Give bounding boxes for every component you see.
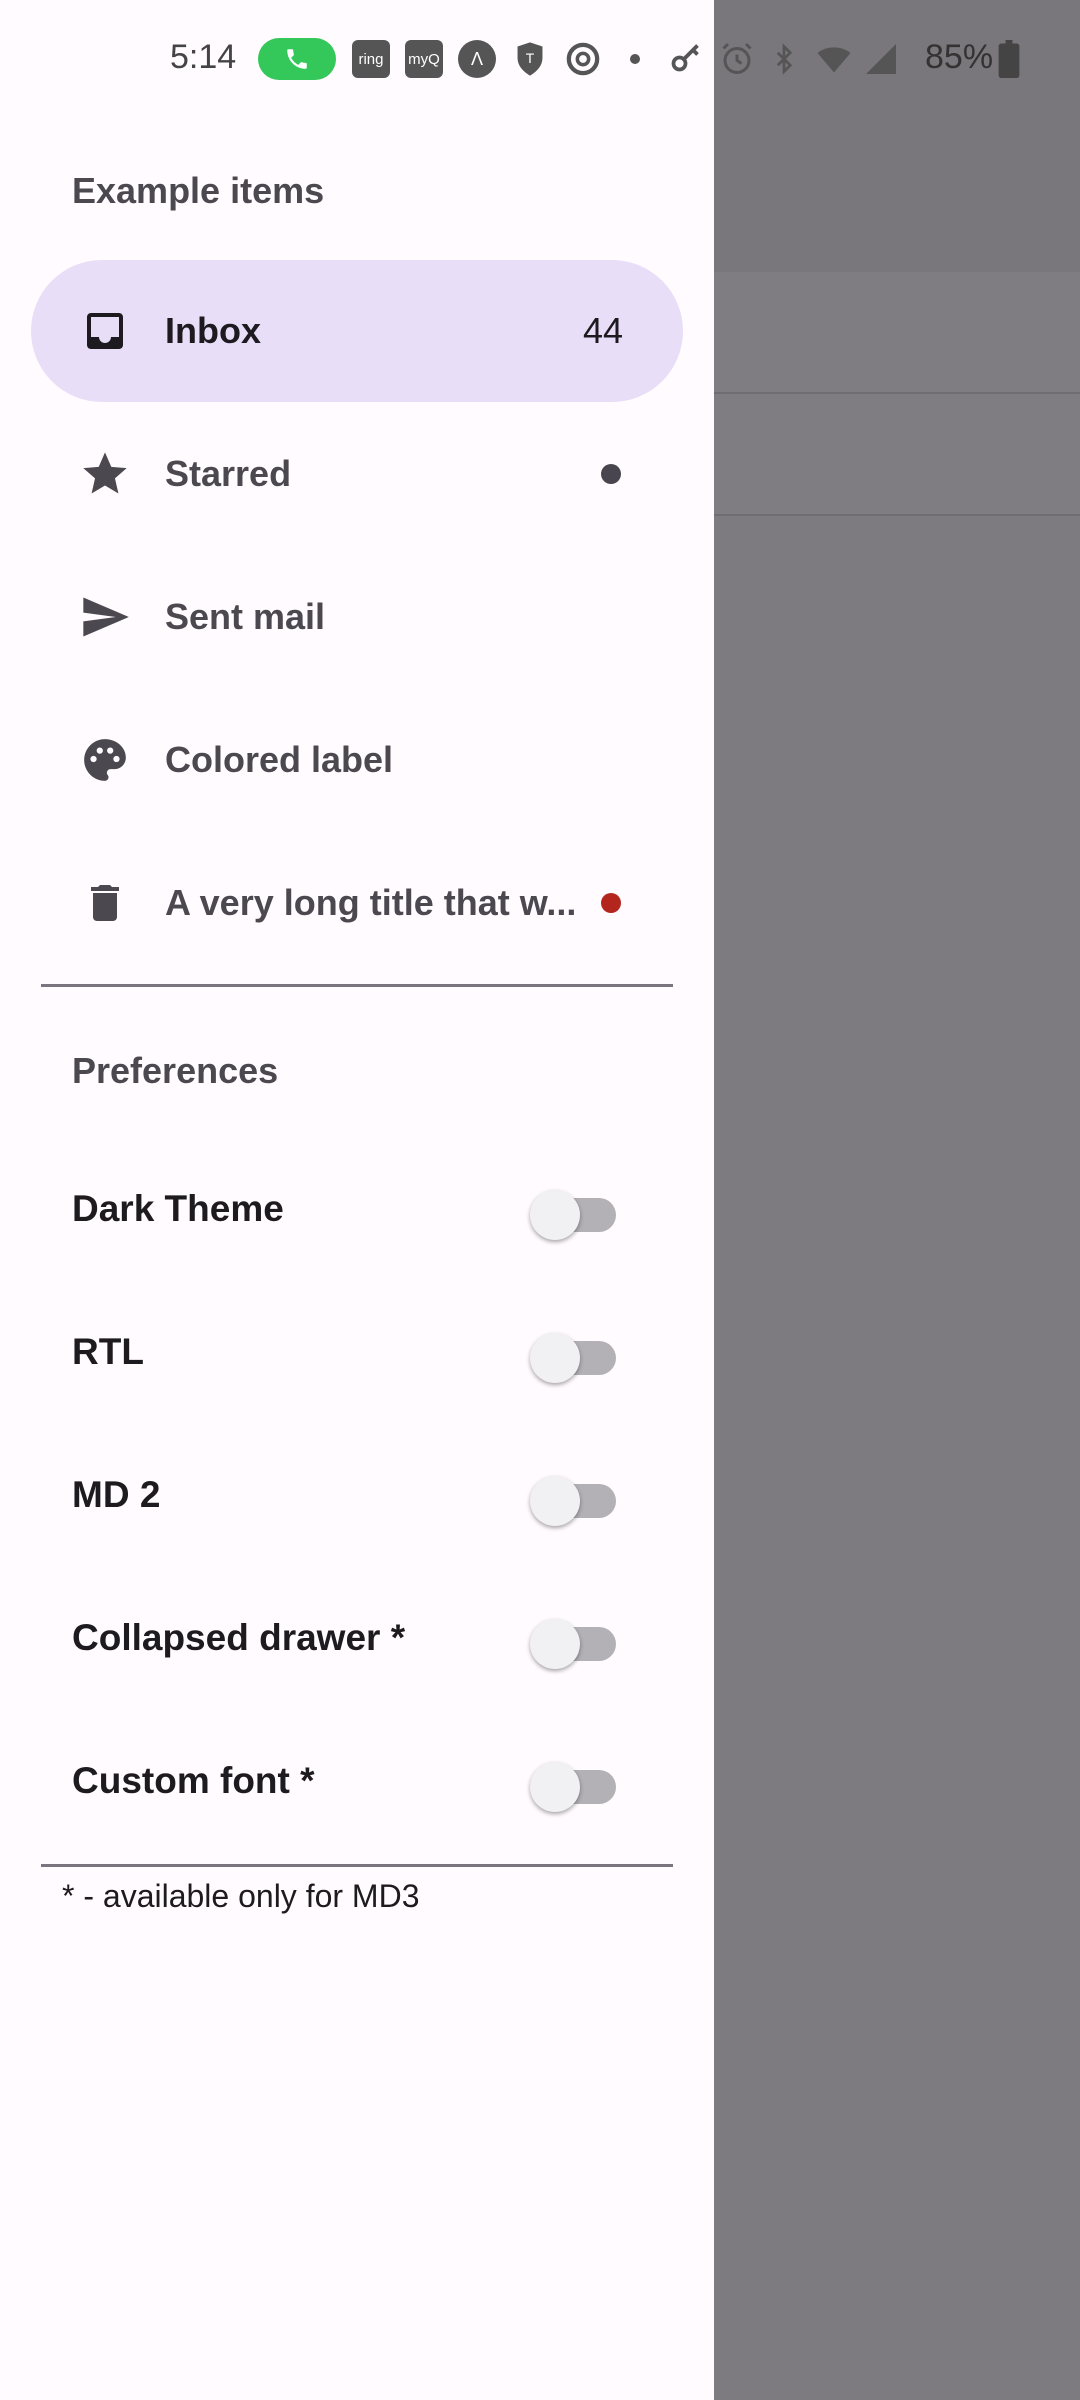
ring-label: ring xyxy=(358,50,384,68)
section-title-preferences: Preferences xyxy=(72,1050,279,1091)
drawer-item-label: Inbox xyxy=(165,310,261,351)
status-bar: 5:14 ring myQ Λ T 85% xyxy=(0,0,1080,120)
drawer-item-long-title[interactable]: A very long title that w... xyxy=(31,832,683,974)
battery-percentage: 85% xyxy=(925,38,994,76)
section-title-example-items: Example items xyxy=(72,170,325,211)
send-icon xyxy=(77,589,133,645)
dot-icon xyxy=(616,40,654,78)
arlo-icon: Λ xyxy=(458,40,496,78)
divider xyxy=(41,1864,673,1867)
battery-icon xyxy=(990,40,1028,78)
drawer-item-label: Colored label xyxy=(165,739,394,780)
ring-icon: ring xyxy=(352,40,390,78)
navigation-drawer: Example items Inbox 44 Starred Sent mail… xyxy=(0,0,714,2400)
myq-icon: myQ xyxy=(405,40,443,78)
preference-collapsed-drawer: Collapsed drawer * xyxy=(0,1569,714,1711)
preference-label: Custom font * xyxy=(72,1760,315,1801)
rtl-switch[interactable] xyxy=(530,1333,616,1383)
svg-text:T: T xyxy=(526,50,535,66)
preference-custom-font: Custom font * xyxy=(0,1712,714,1854)
trash-icon xyxy=(77,875,133,931)
collapsed-drawer-switch[interactable] xyxy=(530,1619,616,1669)
preference-dark-theme: Dark Theme xyxy=(0,1140,714,1282)
tmobile-icon: T xyxy=(511,40,549,78)
preference-rtl: RTL xyxy=(0,1283,714,1425)
preference-label: Dark Theme xyxy=(72,1188,284,1229)
wifi-icon xyxy=(815,40,853,78)
chrome-icon xyxy=(564,40,602,78)
drawer-item-label: Sent mail xyxy=(165,596,326,637)
key-icon xyxy=(668,40,706,78)
md2-switch[interactable] xyxy=(530,1476,616,1526)
drawer-item-colored-label[interactable]: Colored label xyxy=(31,689,683,831)
status-time: 5:14 xyxy=(170,38,237,76)
myq-label: myQ xyxy=(408,50,440,68)
custom-font-switch[interactable] xyxy=(530,1762,616,1812)
bluetooth-icon xyxy=(765,40,803,78)
star-icon xyxy=(77,446,133,502)
footnote-text: * - available only for MD3 xyxy=(62,1878,420,1914)
ongoing-call-indicator[interactable] xyxy=(258,38,336,80)
drawer-item-sent-mail[interactable]: Sent mail xyxy=(31,546,683,688)
drawer-item-inbox[interactable]: Inbox 44 xyxy=(31,260,683,402)
scrim[interactable] xyxy=(714,0,1080,2400)
divider xyxy=(41,984,673,987)
long-title-indicator-dot xyxy=(601,893,621,913)
palette-icon xyxy=(77,732,133,788)
dark-theme-switch[interactable] xyxy=(530,1190,616,1240)
drawer-item-label: Starred xyxy=(165,453,292,494)
signal-icon xyxy=(862,40,900,78)
inbox-count-badge: 44 xyxy=(582,310,623,351)
starred-indicator-dot xyxy=(601,464,621,484)
preference-label: RTL xyxy=(72,1331,144,1372)
preference-label: Collapsed drawer * xyxy=(72,1617,406,1658)
drawer-item-starred[interactable]: Starred xyxy=(31,403,683,545)
drawer-item-label: A very long title that w... xyxy=(165,882,577,923)
inbox-icon xyxy=(77,303,133,359)
preference-label: MD 2 xyxy=(72,1474,161,1515)
preference-md2: MD 2 xyxy=(0,1426,714,1568)
alarm-icon xyxy=(718,40,756,78)
phone-icon xyxy=(287,49,307,69)
